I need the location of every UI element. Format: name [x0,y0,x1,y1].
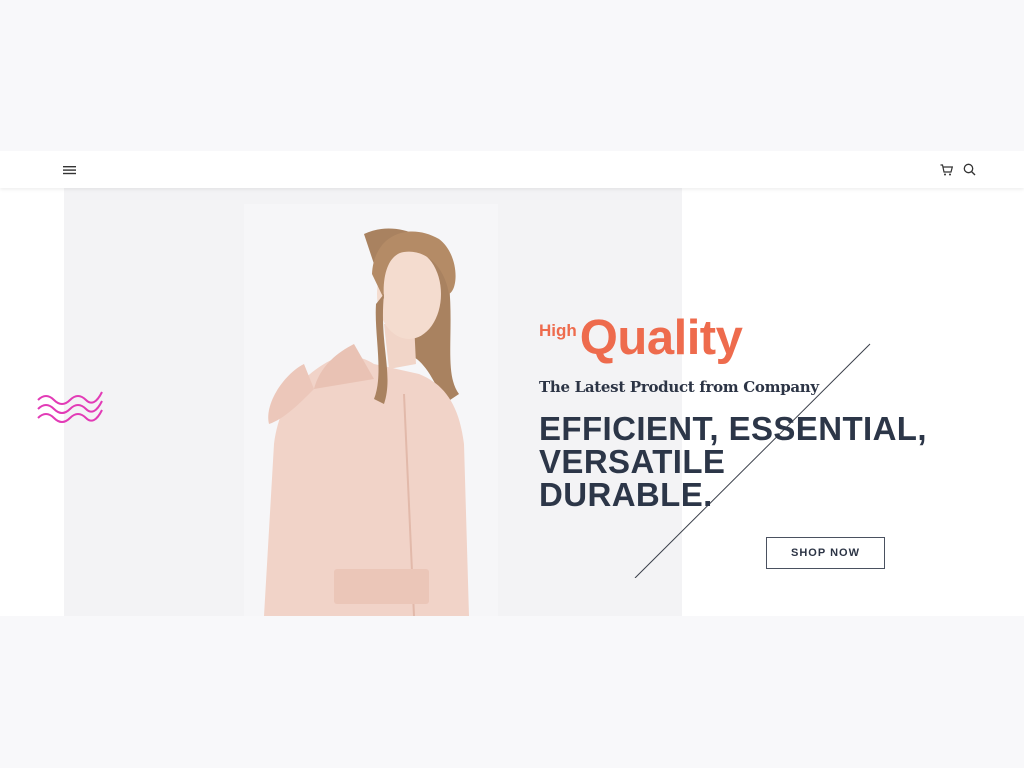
shopping-cart-icon[interactable] [936,151,956,188]
hero-tagline: The Latest Product from Company [539,378,819,396]
headline-line-3: DURABLE. [539,476,713,513]
product-photo-panel [64,188,682,616]
product-photo [244,204,498,616]
hero-section: HighQuality The Latest Product from Comp… [0,188,1024,616]
eyebrow-large: Quality [579,311,743,365]
search-icon[interactable] [959,151,979,188]
headline-line-1: EFFICIENT, ESSENTIAL, [539,410,927,447]
headline-line-2: VERSATILE [539,443,726,480]
shop-now-button[interactable]: SHOP NOW [766,537,885,569]
hamburger-menu-icon[interactable] [59,151,79,188]
hero-headline: EFFICIENT, ESSENTIAL, VERSATILE DURABLE. [539,412,969,511]
decorative-squiggle-icon [37,391,103,423]
top-navbar [0,151,1024,188]
hero-eyebrow: HighQuality [539,311,743,365]
eyebrow-small: High [539,321,577,340]
